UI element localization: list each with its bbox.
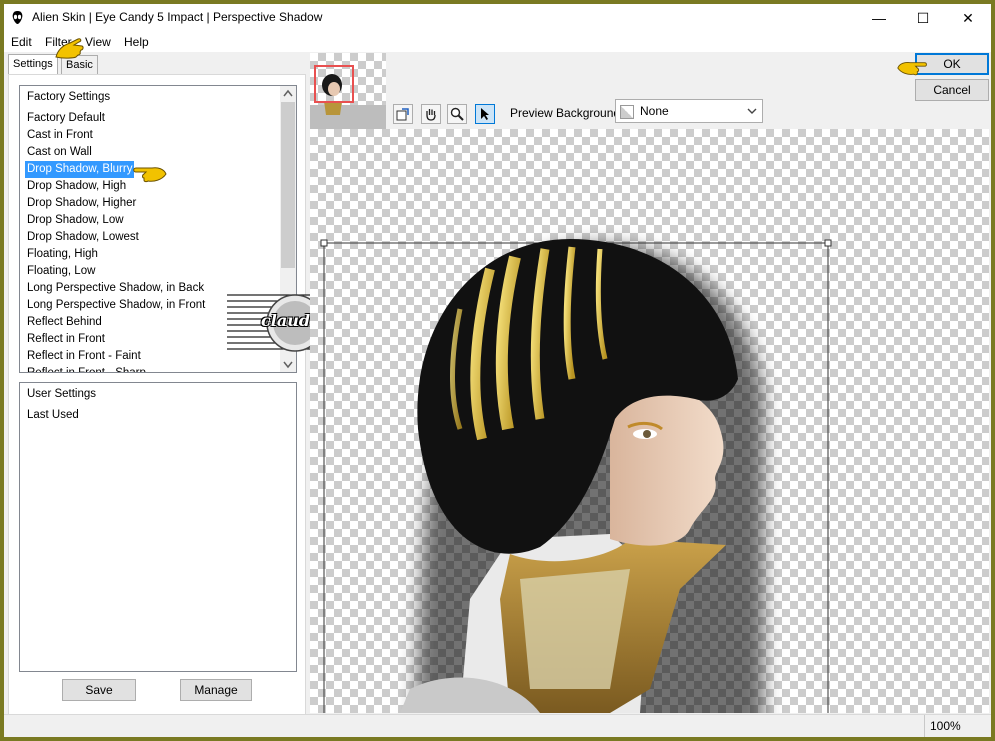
swatch-icon [620, 105, 634, 119]
status-bar: 100% [4, 714, 991, 737]
user-setting-last-used[interactable]: Last Used [25, 407, 81, 424]
alien-skin-icon [12, 11, 23, 24]
factory-setting-item[interactable]: Cast on Wall [25, 144, 94, 161]
pointing-hand-icon [55, 38, 84, 59]
close-icon: ✕ [962, 9, 974, 26]
zoom-fit-icon [396, 108, 409, 121]
user-settings-list[interactable]: User Settings Last Used [19, 382, 297, 672]
factory-setting-item[interactable]: Floating, High [25, 246, 100, 263]
preview-image [320, 239, 832, 713]
maximize-button[interactable]: ☐ [901, 4, 945, 32]
title-bar: Alien Skin | Eye Candy 5 Impact | Perspe… [4, 4, 991, 32]
menu-edit[interactable]: Edit [11, 35, 32, 49]
factory-setting-item[interactable]: Floating, Low [25, 263, 97, 280]
app-window: Alien Skin | Eye Candy 5 Impact | Perspe… [0, 0, 995, 741]
zoom-level: 100% [930, 719, 961, 733]
arrow-cursor-icon [481, 108, 489, 120]
cancel-button[interactable]: Cancel [915, 79, 989, 101]
menu-bar: Edit Filter View Help [4, 32, 991, 52]
scroll-thumb[interactable] [281, 102, 295, 268]
factory-setting-item[interactable]: Long Perspective Shadow, in Front [25, 297, 207, 314]
preview-background-value: None [640, 104, 669, 118]
scroll-down-icon[interactable] [283, 361, 293, 369]
menu-help[interactable]: Help [124, 35, 149, 49]
maximize-icon: ☐ [916, 9, 930, 26]
factory-setting-item[interactable]: Drop Shadow, High [25, 178, 128, 195]
factory-setting-item[interactable]: Factory Default [25, 110, 107, 127]
save-button[interactable]: Save [62, 679, 136, 701]
zoom-fit-tool[interactable] [393, 104, 413, 124]
tab-settings[interactable]: Settings [8, 54, 58, 75]
window-title: Alien Skin | Eye Candy 5 Impact | Perspe… [32, 10, 323, 24]
factory-setting-item[interactable]: Reflect in Front [25, 331, 107, 348]
factory-setting-item[interactable]: Reflect in Front - Faint [25, 348, 143, 365]
status-divider [924, 715, 925, 737]
hand-icon [426, 109, 436, 121]
user-settings-header: User Settings [27, 388, 97, 400]
pointing-hand-icon [897, 62, 927, 76]
manage-button[interactable]: Manage [180, 679, 252, 701]
factory-setting-item[interactable]: Drop Shadow, Blurry [25, 161, 135, 178]
factory-setting-item[interactable]: Reflect in Front - Sharp [25, 365, 148, 372]
close-button[interactable]: ✕ [946, 4, 990, 32]
navigator-viewport[interactable] [314, 65, 354, 103]
chevron-down-icon [747, 108, 757, 114]
preview-canvas[interactable] [310, 129, 989, 713]
minimize-icon: — [872, 10, 886, 26]
factory-setting-item[interactable]: Reflect Behind [25, 314, 104, 331]
preview-background-label: Preview Background: [510, 106, 624, 120]
pointer-tool[interactable] [475, 104, 495, 124]
navigator-thumbnail[interactable] [310, 53, 386, 129]
preview-background-select[interactable]: None [615, 99, 763, 123]
scroll-up-icon[interactable] [283, 89, 293, 97]
factory-setting-item[interactable]: Drop Shadow, Higher [25, 195, 138, 212]
hand-tool[interactable] [421, 104, 441, 124]
factory-setting-item[interactable]: Drop Shadow, Lowest [25, 229, 141, 246]
minimize-button[interactable]: — [857, 4, 901, 32]
factory-setting-item[interactable]: Long Perspective Shadow, in Back [25, 280, 206, 297]
zoom-tool[interactable] [447, 104, 467, 124]
menu-view[interactable]: View [85, 35, 111, 49]
factory-settings-header: Factory Settings [27, 91, 111, 103]
factory-setting-item[interactable]: Drop Shadow, Low [25, 212, 126, 229]
factory-setting-item[interactable]: Cast in Front [25, 127, 95, 144]
magnifier-icon [450, 107, 464, 121]
pointing-hand-icon [133, 167, 167, 183]
